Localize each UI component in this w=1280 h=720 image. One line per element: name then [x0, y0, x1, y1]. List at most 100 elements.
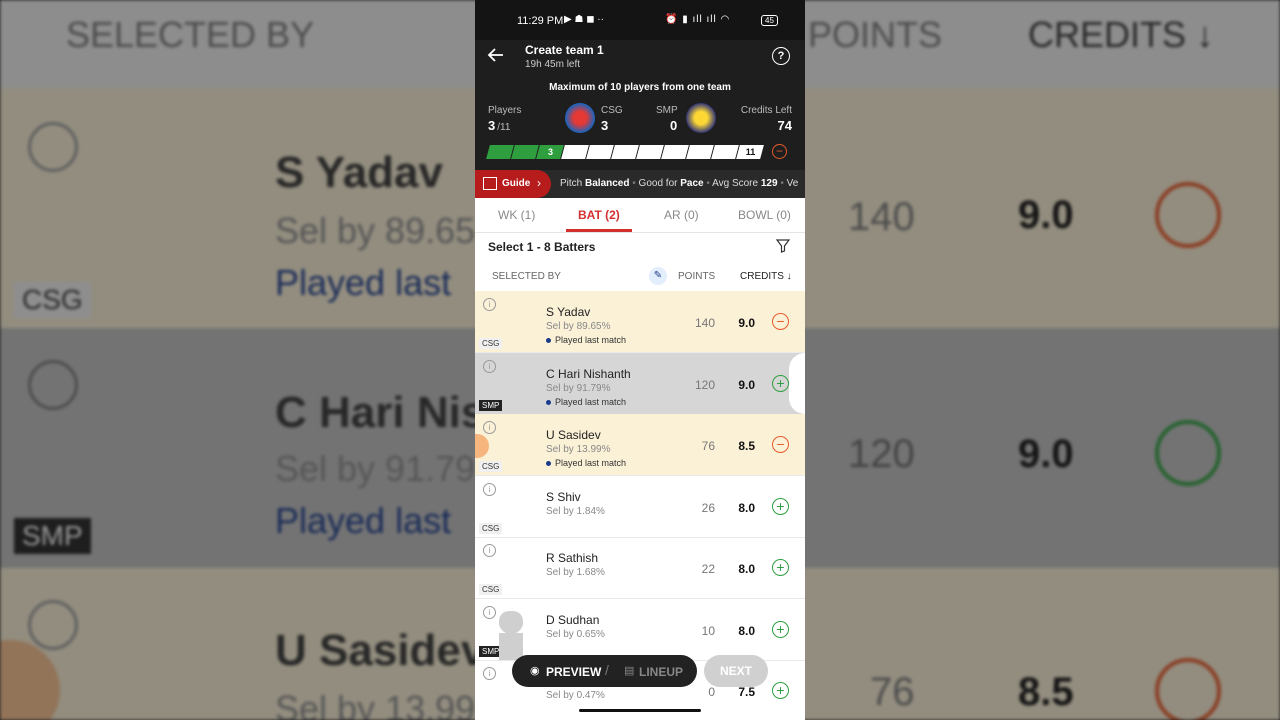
player-selected-by: Sel by 0.65%: [546, 628, 605, 640]
avg-score-label: Avg Score: [712, 178, 759, 189]
progress-segment: [686, 145, 714, 159]
home-indicator: [579, 709, 701, 712]
col-points[interactable]: POINTS: [678, 271, 715, 282]
player-credits: 7.5: [738, 685, 755, 699]
tab-ar[interactable]: AR (0): [664, 208, 699, 222]
tab-wk[interactable]: WK (1): [498, 208, 535, 222]
info-icon[interactable]: i: [483, 359, 496, 373]
filter-icon[interactable]: [775, 239, 791, 253]
preview-lineup-bar: ◉ PREVIEW / ▤ LINEUP: [512, 655, 697, 687]
add-player-icon[interactable]: +: [772, 559, 789, 576]
bg-played-2: Played last: [275, 500, 452, 541]
bg-name-3: U Sasidev: [275, 626, 486, 675]
bg-credits-2: 9.0: [1018, 432, 1074, 476]
bg-name-2: C Hari Nis: [275, 388, 486, 437]
bg-minus-icon: [1155, 182, 1221, 248]
clear-minus-icon[interactable]: −: [772, 144, 787, 159]
player-row[interactable]: i CSG R Sathish Sel by 1.68% 22 8.0 +: [475, 537, 805, 599]
team2-count: 0: [670, 118, 678, 133]
column-header: SELECTED BY ✎ POINTS CREDITS ↓: [475, 261, 805, 292]
add-player-icon[interactable]: +: [772, 497, 789, 515]
player-row[interactable]: i CSG U Sasidev Sel by 13.99% Played last ma…: [475, 414, 805, 476]
bg-points-1: 140: [848, 195, 915, 239]
pitch-info: Pitch Balanced • Good for Pace • Avg Sco…: [560, 178, 799, 189]
pitch-label: Pitch: [560, 178, 583, 189]
selection-subheader: Select 1 - 8 Batters: [475, 233, 805, 261]
bg-credits-1: 9.0: [1018, 193, 1074, 237]
progress-segment: [711, 145, 739, 159]
player-row[interactable]: i SMP C Hari Nishanth Sel by 91.79% Played l…: [475, 352, 805, 415]
add-player-icon[interactable]: +: [772, 682, 789, 699]
guide-label: Guide: [502, 178, 531, 189]
progress-filled-label: 3: [547, 147, 553, 157]
bg-selected-by: SELECTED BY: [66, 14, 315, 55]
pitch-value: Balanced: [585, 178, 630, 189]
info-icon[interactable]: i: [483, 421, 496, 434]
time-left: 19h 45m left: [525, 59, 581, 70]
team-header: Create team 1 19h 45m left ? Maximum of …: [475, 40, 805, 170]
eye-icon: ◉: [530, 665, 540, 677]
bg-info-icon: [28, 122, 78, 172]
player-selected-by: Sel by 0.47%: [546, 690, 605, 701]
row-swipe-edge: [789, 352, 805, 414]
info-icon[interactable]: i: [483, 544, 496, 557]
touch-indicator: [475, 434, 489, 458]
players-count-value: 3: [488, 118, 496, 133]
progress-segment: [611, 145, 639, 159]
add-player-icon[interactable]: +: [772, 620, 789, 638]
tab-bowl[interactable]: BOWL (0): [738, 208, 791, 222]
add-player-icon[interactable]: +: [772, 374, 789, 392]
help-icon[interactable]: ?: [772, 47, 790, 65]
bg-points-2: 120: [848, 432, 915, 476]
player-row[interactable]: i CSG S Yadav Sel by 89.65% Played last matc…: [475, 291, 805, 353]
status-notification-icons: ▶ ☗ ◼ ··: [564, 14, 604, 25]
player-selected-by: Sel by 1.84%: [546, 505, 605, 517]
col-credits[interactable]: CREDITS ↓: [740, 271, 792, 282]
remove-player-icon[interactable]: −: [772, 313, 789, 330]
player-selected-by: Sel by 1.68%: [546, 567, 605, 578]
status-time: 11:29 PM: [517, 15, 564, 27]
players-label: Players: [488, 105, 522, 116]
player-name: U Sasidev: [546, 428, 601, 442]
progress-segment: [636, 145, 664, 159]
remove-player-icon[interactable]: −: [772, 436, 789, 453]
max-players-notice: Maximum of 10 players from one team: [549, 82, 731, 93]
progress-segment: [586, 145, 614, 159]
more-info: Ve: [786, 178, 799, 189]
preview-button[interactable]: PREVIEW: [546, 665, 601, 679]
progress-total-label: 11: [745, 147, 756, 157]
edit-pencil-icon[interactable]: ✎: [649, 267, 667, 285]
info-icon[interactable]: i: [483, 605, 496, 619]
team2-code: SMP: [656, 105, 678, 116]
bg-name-1: S Yadav: [275, 148, 443, 197]
back-arrow-icon[interactable]: [487, 46, 505, 64]
info-icon[interactable]: i: [483, 482, 496, 496]
played-last-match: Played last match: [546, 397, 626, 407]
info-icon[interactable]: i: [483, 298, 496, 311]
lineup-button[interactable]: LINEUP: [639, 665, 683, 679]
player-points: 0: [708, 685, 715, 699]
bg-plus-icon: [1155, 420, 1221, 486]
player-points: 140: [694, 316, 715, 330]
selection-progress-bar: 3 11: [486, 145, 764, 159]
pitch-guide-bar: Guide › Pitch Balanced • Good for Pace •…: [475, 170, 805, 198]
divider: /: [605, 662, 609, 678]
team-tag: SMP: [479, 399, 503, 411]
player-selected-by: Sel by 13.99%: [546, 444, 611, 455]
info-icon[interactable]: i: [483, 667, 496, 680]
player-row[interactable]: i CSG S Shiv Sel by 1.84% 26 8.0 +: [475, 476, 805, 538]
bg-team-2: SMP: [14, 518, 91, 554]
player-name: C Hari Nishanth: [546, 366, 631, 381]
bg-played-1: Played last: [275, 262, 452, 303]
tab-bat[interactable]: BAT (2): [578, 208, 620, 222]
player-credits: 9.0: [738, 377, 755, 392]
guide-button[interactable]: Guide ›: [475, 170, 551, 198]
player-points: 22: [701, 562, 715, 576]
select-batters-label: Select 1 - 8 Batters: [488, 240, 596, 254]
team-tag: CSG: [479, 338, 503, 349]
next-button[interactable]: NEXT: [704, 655, 768, 687]
team2-logo: [686, 103, 716, 133]
player-row[interactable]: i SMP D Sudhan Sel by 0.65% 10 8.0 +: [475, 599, 805, 661]
col-selected-by[interactable]: SELECTED BY: [492, 271, 561, 282]
player-credits: 8.0: [738, 623, 755, 638]
